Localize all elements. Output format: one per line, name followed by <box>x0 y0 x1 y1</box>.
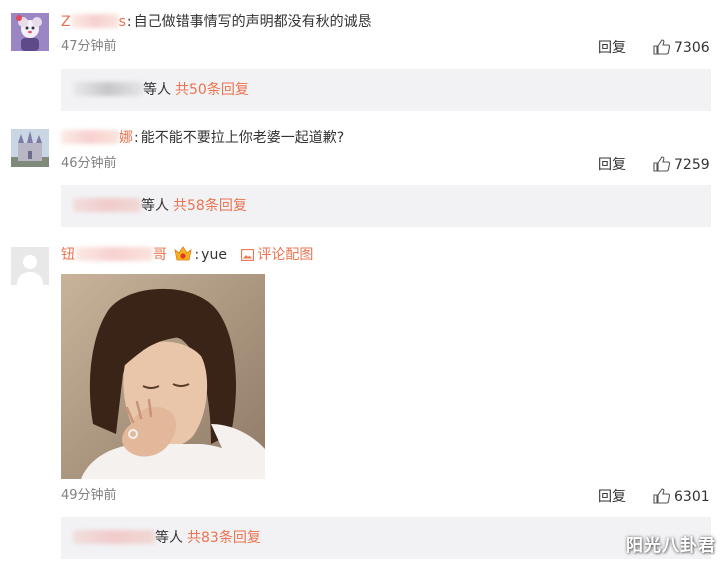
avatar[interactable] <box>11 247 49 285</box>
sub-repliers-blurred <box>73 82 143 96</box>
sub-reply-count-link[interactable]: 共58条回复 <box>173 198 247 214</box>
username-tail: 哥 <box>153 247 167 263</box>
sub-reply-count-link[interactable]: 共50条回复 <box>175 82 249 98</box>
comment-picture[interactable] <box>61 274 265 479</box>
comment-header: Zs: 自己做错事情写的声明都没有秋的诚恳 <box>61 12 372 32</box>
thumbs-up-icon <box>653 488 671 504</box>
sub-repliers-blurred <box>73 198 141 212</box>
like-button[interactable]: 6301 <box>653 488 710 506</box>
like-count: 7306 <box>674 40 710 56</box>
avatar[interactable] <box>11 129 49 167</box>
username-link[interactable]: 钮哥 <box>61 245 167 265</box>
like-count: 7259 <box>674 157 710 173</box>
sub-repliers-suffix: 等人 <box>143 82 171 98</box>
comment-text: 能不能不要拉上你老婆一起道歉? <box>140 130 345 146</box>
sub-replies-box[interactable]: 等人 共50条回复 <box>61 69 711 111</box>
default-avatar-icon <box>11 247 49 285</box>
thumbs-up-icon <box>653 156 671 172</box>
username-initial: 钮 <box>61 247 75 263</box>
comment-text: 自己做错事情写的声明都没有秋的诚恳 <box>133 14 372 30</box>
avatar[interactable] <box>11 13 49 51</box>
username-link[interactable]: Zs <box>61 12 126 32</box>
comment-time: 47分钟前 <box>61 39 117 54</box>
reply-button[interactable]: 回复 <box>598 156 626 174</box>
sub-repliers-suffix: 等人 <box>141 198 169 214</box>
watermark: 阳光八卦君 <box>626 536 716 556</box>
like-count: 6301 <box>674 489 710 505</box>
comment-time: 49分钟前 <box>61 488 117 503</box>
image-icon <box>241 249 255 261</box>
comment-list: Zs: 自己做错事情写的声明都没有秋的诚恳 47分钟前 回复 7306 等人 共50… <box>0 0 726 564</box>
comment-picture-link[interactable]: 评论配图 <box>241 247 313 263</box>
sub-replies-box[interactable]: 等人 共58条回复 <box>61 185 711 227</box>
comment-header: 钮哥 : yue 评论配图 <box>61 244 313 268</box>
like-button[interactable]: 7306 <box>653 39 710 57</box>
sub-repliers-suffix: 等人 <box>155 530 183 546</box>
username-blurred <box>75 247 153 261</box>
like-button[interactable]: 7259 <box>653 156 710 174</box>
username-link[interactable]: 娜 <box>61 128 133 148</box>
vip-badge-icon <box>173 244 193 268</box>
username-initial: Z <box>61 14 71 30</box>
username-tail: 娜 <box>119 130 133 146</box>
comment-time: 46分钟前 <box>61 156 117 171</box>
comment-picture-label: 评论配图 <box>257 247 314 263</box>
comment-header: 娜: 能不能不要拉上你老婆一起道歉? <box>61 128 344 148</box>
username-blurred <box>61 130 119 144</box>
thumbs-up-icon <box>653 39 671 55</box>
reply-button[interactable]: 回复 <box>598 39 626 57</box>
sub-replies-box[interactable]: 等人 共83条回复 <box>61 517 711 559</box>
comment-text: yue <box>201 247 227 263</box>
sub-repliers-blurred <box>73 530 155 544</box>
username-blurred <box>70 14 119 28</box>
reply-button[interactable]: 回复 <box>598 488 626 506</box>
sub-reply-count-link[interactable]: 共83条回复 <box>187 530 261 546</box>
username-tail: s <box>118 14 126 30</box>
